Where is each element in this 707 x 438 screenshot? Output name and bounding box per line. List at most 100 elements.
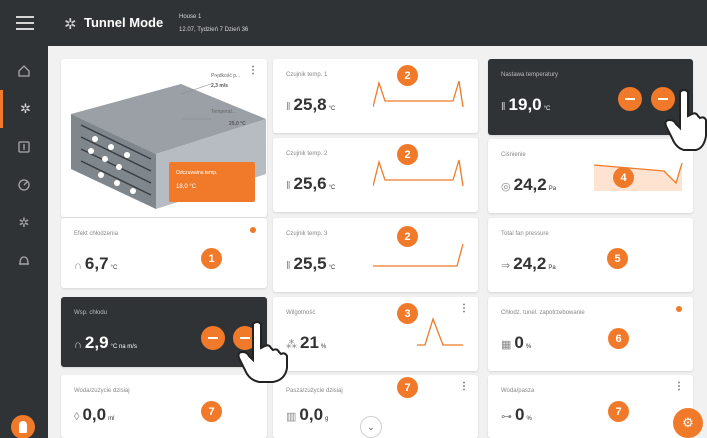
feed-icon: ▥ — [286, 411, 297, 423]
step-badge: 2 — [397, 226, 418, 247]
temp-sensor-3-card[interactable]: Czujnik temp. 3 ǁ 25,5 °C 2 — [273, 218, 478, 292]
step-badge: 5 — [607, 248, 628, 269]
step-badge: 4 — [613, 167, 634, 188]
temperature-label: Temperat... — [211, 109, 237, 115]
water-feed-ratio-card[interactable]: Woda/pasza ⊶ 0% 7 ⋮ — [488, 375, 693, 438]
gear-icon[interactable]: ⚙ — [673, 408, 703, 438]
fan-pressure-card[interactable]: Total fan pressure ⇒ 24,2 Pa 5 — [488, 218, 693, 292]
card-value: ◎ 24,2 Pa — [501, 175, 557, 194]
card-label: Chłodz. tunel. zapotrzebowanie — [501, 310, 585, 316]
decrease-button[interactable] — [618, 87, 642, 111]
house-name: House 1 — [179, 14, 202, 20]
sidebar-item-temperature[interactable] — [0, 128, 48, 166]
dashboard: Prędkość p... 2,3 m/s Temperat... 25,0 °… — [48, 46, 707, 438]
card-label: Wsp. chłodu — [74, 310, 108, 316]
step-badge: 2 — [397, 144, 418, 165]
sidebar-item-ventilation[interactable]: ✲ — [0, 204, 48, 242]
sparkline — [417, 317, 463, 346]
thermometer-icon: ǁ — [286, 260, 291, 272]
card-menu-icon[interactable]: ⋮ — [248, 65, 258, 76]
gauge-icon — [18, 179, 30, 191]
thermometer-icon — [18, 141, 30, 153]
step-badge: 7 — [201, 401, 222, 422]
feels-like-value: 18,0 °C — [176, 184, 197, 190]
card-value: ⊶ 0% — [501, 405, 532, 424]
page-title: Tunnel Mode — [84, 15, 164, 30]
step-badge: 7 — [397, 377, 418, 398]
card-value: ◊ 0,0 ml — [74, 405, 115, 424]
sidebar-item-gauge[interactable] — [0, 166, 48, 204]
card-value: ǁ 19,0 °C — [501, 95, 551, 114]
card-menu-icon[interactable]: ⋮ — [674, 381, 684, 392]
home-icon — [18, 65, 30, 77]
step-badge: 3 — [397, 303, 418, 324]
feels-like-box: Odczuwalna temp. 18,0 °C — [169, 162, 255, 202]
sparkline — [373, 159, 464, 187]
thermometer-icon: ǁ — [286, 101, 291, 113]
gauge-icon: ◎ — [501, 181, 511, 193]
step-badge: 1 — [201, 248, 222, 269]
decrease-button[interactable] — [201, 326, 225, 350]
card-value: ▥ 0,0 g — [286, 405, 329, 424]
card-value: ǁ 25,5 °C — [286, 254, 336, 273]
water-drop-icon: ◊ — [74, 411, 80, 423]
sidebar-item-alarms[interactable] — [0, 242, 48, 280]
card-value: ǁ 25,6 °C — [286, 174, 336, 193]
fan-icon: ✲ — [18, 215, 30, 230]
fan-icon: ✲ — [64, 16, 77, 33]
card-label: Czujnik temp. 3 — [286, 231, 328, 237]
thermometer-icon: ǁ — [286, 180, 291, 192]
card-label: Total fan pressure — [501, 231, 549, 237]
top-bar: ✲ Tunnel Mode House 1 12.07, Tydzień 7 D… — [0, 0, 707, 46]
alert-dot — [676, 306, 682, 312]
card-label: Woda/zużycie dzisiaj — [74, 388, 130, 394]
house-date: 12.07, Tydzień 7 Dzień 36 — [179, 27, 249, 33]
step-badge: 2 — [397, 65, 418, 86]
card-value: ǁ 25,8 °C — [286, 95, 336, 114]
feels-like-label: Odczuwalna temp. — [176, 170, 218, 176]
ratio-icon: ⊶ — [501, 411, 512, 423]
thermometer-icon: ǁ — [501, 101, 506, 113]
sidebar: ✲ ✲ — [0, 46, 48, 438]
cooling-pad-icon: ▦ — [501, 339, 512, 351]
card-menu-icon[interactable]: ⋮ — [459, 303, 469, 314]
chevron-down-icon[interactable]: ⌄ — [360, 416, 382, 438]
pointer-hand-icon — [664, 89, 707, 151]
cooling-icon: ∩ — [74, 260, 82, 272]
sparkline — [373, 80, 464, 108]
card-menu-icon[interactable]: ⋮ — [459, 381, 469, 392]
card-value: ∩ 2,9 °C na m/s — [74, 333, 137, 352]
fan-pressure-icon: ⇒ — [501, 260, 511, 272]
card-label: Efekt chłodzenia — [74, 231, 119, 237]
step-badge: 7 — [608, 401, 629, 422]
card-label: Nastawa temperatury — [501, 72, 559, 78]
step-badge: 6 — [608, 328, 629, 349]
temp-sensor-2-card[interactable]: Czujnik temp. 2 ǁ 25,6 °C 2 — [273, 138, 478, 212]
pointer-hand-icon — [237, 321, 288, 383]
user-avatar[interactable] — [11, 415, 35, 438]
card-value: ⇒ 24,2 Pa — [501, 254, 556, 273]
fan-icon: ✲ — [20, 101, 31, 116]
card-label: Pasza/zużycie dzisiaj — [286, 388, 343, 394]
sparkline — [373, 243, 464, 267]
sidebar-item-fans[interactable]: ✲ — [0, 90, 48, 128]
cooling-effect-card[interactable]: Efekt chłodzenia ∩ 6,7 °C 1 — [61, 218, 267, 288]
air-speed-value: 2,3 m/s — [211, 83, 228, 89]
card-value: ▦ 0% — [501, 333, 532, 352]
card-label: Woda/pasza — [501, 388, 535, 394]
humidity-card[interactable]: Wilgotność ⁂ 21% 3 ⋮ — [273, 297, 478, 371]
hamburger-menu-icon[interactable] — [16, 16, 34, 30]
sidebar-item-home[interactable] — [0, 52, 48, 90]
tunnel-diagram-card[interactable]: Prędkość p... 2,3 m/s Temperat... 25,0 °… — [61, 59, 267, 217]
temperature-value: 25,0 °C — [229, 121, 246, 127]
sparkline — [594, 162, 683, 191]
temp-sensor-1-card[interactable]: Czujnik temp. 1 ǁ 25,8 °C 2 — [273, 59, 478, 133]
cooling-icon: ∩ — [74, 339, 82, 351]
alert-dot — [250, 227, 256, 233]
card-label: Czujnik temp. 1 — [286, 72, 328, 78]
air-speed-label: Prędkość p... — [211, 73, 241, 79]
card-label: Czujnik temp. 2 — [286, 151, 328, 157]
card-value: ∩ 6,7 °C — [74, 254, 118, 273]
bell-icon — [19, 256, 29, 265]
cooling-demand-card[interactable]: Chłodz. tunel. zapotrzebowanie ▦ 0% 6 — [488, 297, 693, 371]
